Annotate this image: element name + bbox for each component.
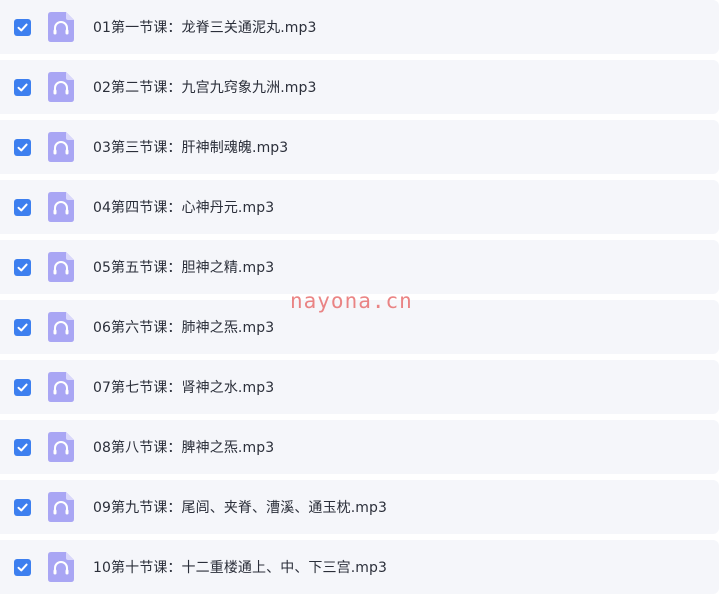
file-name[interactable]: 06第六节课：肺神之炁.mp3 [93, 317, 274, 337]
audio-file-headphones-icon [48, 72, 74, 102]
file-checkbox[interactable] [14, 558, 31, 576]
file-row[interactable]: 04第四节课：心神丹元.mp3 [0, 180, 719, 234]
audio-file-headphones-icon [48, 132, 74, 162]
file-name[interactable]: 04第四节课：心神丹元.mp3 [93, 197, 274, 217]
file-list: 01第一节课：龙脊三关通泥丸.mp3 02第二节课：九宫九窍象九洲.mp3 03第三… [0, 0, 719, 600]
checkmark-icon [17, 563, 28, 571]
file-name[interactable]: 10第十节课：十二重楼通上、中、下三宫.mp3 [93, 557, 387, 577]
audio-file-headphones-icon [48, 372, 74, 402]
audio-file-headphones-icon [48, 12, 74, 42]
file-checkbox[interactable] [14, 318, 31, 336]
checkmark-icon [17, 263, 28, 271]
file-row[interactable]: 02第二节课：九宫九窍象九洲.mp3 [0, 60, 719, 114]
file-row[interactable]: 09第九节课：尾闾、夹脊、漕溪、通玉枕.mp3 [0, 480, 719, 534]
file-name[interactable]: 05第五节课：胆神之精.mp3 [93, 257, 274, 277]
audio-file-headphones-icon [48, 192, 74, 222]
file-checkbox[interactable] [14, 258, 31, 276]
file-row[interactable]: 06第六节课：肺神之炁.mp3 [0, 300, 719, 354]
checkmark-icon [17, 503, 28, 511]
file-checkbox[interactable] [14, 78, 31, 96]
audio-file-headphones-icon [48, 492, 74, 522]
file-checkbox[interactable] [14, 18, 31, 36]
file-checkbox[interactable] [14, 198, 31, 216]
checkmark-icon [17, 203, 28, 211]
file-name[interactable]: 09第九节课：尾闾、夹脊、漕溪、通玉枕.mp3 [93, 497, 387, 517]
audio-file-headphones-icon [48, 252, 74, 282]
file-row[interactable]: 05第五节课：胆神之精.mp3 [0, 240, 719, 294]
checkmark-icon [17, 143, 28, 151]
file-name[interactable]: 02第二节课：九宫九窍象九洲.mp3 [93, 77, 317, 97]
checkmark-icon [17, 83, 28, 91]
file-row[interactable]: 01第一节课：龙脊三关通泥丸.mp3 [0, 0, 719, 54]
audio-file-headphones-icon [48, 432, 74, 462]
file-name[interactable]: 01第一节课：龙脊三关通泥丸.mp3 [93, 17, 317, 37]
file-checkbox[interactable] [14, 378, 31, 396]
file-checkbox[interactable] [14, 438, 31, 456]
audio-file-headphones-icon [48, 552, 74, 582]
checkmark-icon [17, 383, 28, 391]
file-row[interactable]: 03第三节课：肝神制魂魄.mp3 [0, 120, 719, 174]
audio-file-headphones-icon [48, 312, 74, 342]
checkmark-icon [17, 443, 28, 451]
file-name[interactable]: 08第八节课：脾神之炁.mp3 [93, 437, 274, 457]
checkmark-icon [17, 23, 28, 31]
file-name[interactable]: 03第三节课：肝神制魂魄.mp3 [93, 137, 288, 157]
file-checkbox[interactable] [14, 498, 31, 516]
file-row[interactable]: 08第八节课：脾神之炁.mp3 [0, 420, 719, 474]
checkmark-icon [17, 323, 28, 331]
file-row[interactable]: 10第十节课：十二重楼通上、中、下三宫.mp3 [0, 540, 719, 594]
file-row[interactable]: 07第七节课：肾神之水.mp3 [0, 360, 719, 414]
file-name[interactable]: 07第七节课：肾神之水.mp3 [93, 377, 274, 397]
file-checkbox[interactable] [14, 138, 31, 156]
